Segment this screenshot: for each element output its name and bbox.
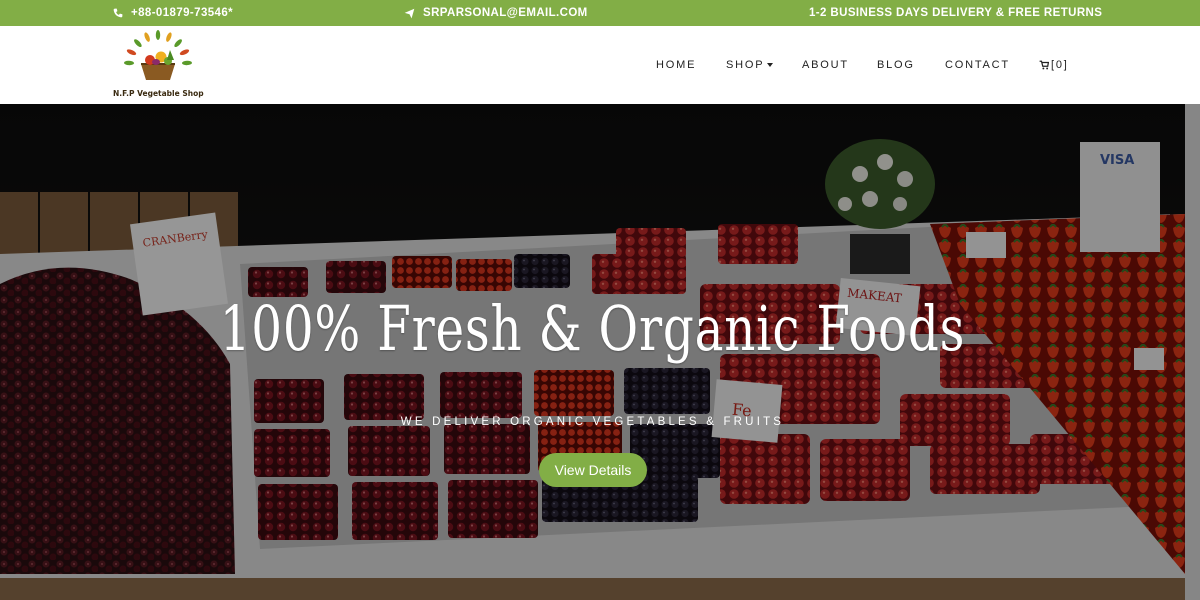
nav-contact-link[interactable]: CONTACT [945, 59, 1010, 71]
view-details-button[interactable]: View Details [539, 453, 647, 487]
logo-caption: N.F.P Vegetable Shop [113, 89, 204, 98]
cart-icon [1039, 60, 1049, 70]
phone-contact: +88-01879-73546* [113, 0, 233, 26]
nav-shop-dropdown[interactable]: SHOP [726, 26, 774, 104]
nav-home-link[interactable]: HOME [656, 59, 696, 71]
paper-plane-icon [404, 8, 415, 18]
chevron-down-icon [767, 63, 774, 67]
main-navbar: N.F.P Vegetable Shop HOME SHOP ABOUT BLO… [0, 26, 1200, 104]
hero-subtitle: WE DELIVER ORGANIC VEGETABLES & FRUITS [400, 416, 785, 428]
nav-cart[interactable]: [0] [1039, 26, 1069, 104]
top-info-bar: +88-01879-73546* SRPARSONAL@EMAIL.COM 1-… [0, 0, 1200, 26]
phone-icon [113, 8, 123, 18]
email-contact: SRPARSONAL@EMAIL.COM [404, 0, 588, 26]
shipping-notice: 1-2 BUSINESS DAYS DELIVERY & FREE RETURN… [809, 0, 1102, 26]
nav-shop-link[interactable]: SHOP [726, 59, 764, 71]
nav-home[interactable]: HOME [656, 26, 696, 104]
nav-about[interactable]: ABOUT [802, 26, 849, 104]
nav-about-link[interactable]: ABOUT [802, 59, 849, 71]
email-address: SRPARSONAL@EMAIL.COM [423, 7, 588, 19]
site-logo[interactable]: N.F.P Vegetable Shop [113, 30, 204, 100]
shipping-text: 1-2 BUSINESS DAYS DELIVERY & FREE RETURN… [809, 7, 1103, 19]
logo-emblem [124, 30, 192, 80]
nav-contact[interactable]: CONTACT [945, 26, 1010, 104]
nav-blog[interactable]: BLOG [877, 26, 915, 104]
phone-number: +88-01879-73546* [131, 7, 233, 19]
hero-banner: CRANBerry VISA MAKEAT Fe 100% Fresh & Or… [0, 104, 1200, 600]
cart-count: [0] [1051, 59, 1069, 71]
hero-title: 100% Fresh & Organic Foods [219, 292, 966, 365]
nav-blog-link[interactable]: BLOG [877, 59, 915, 71]
